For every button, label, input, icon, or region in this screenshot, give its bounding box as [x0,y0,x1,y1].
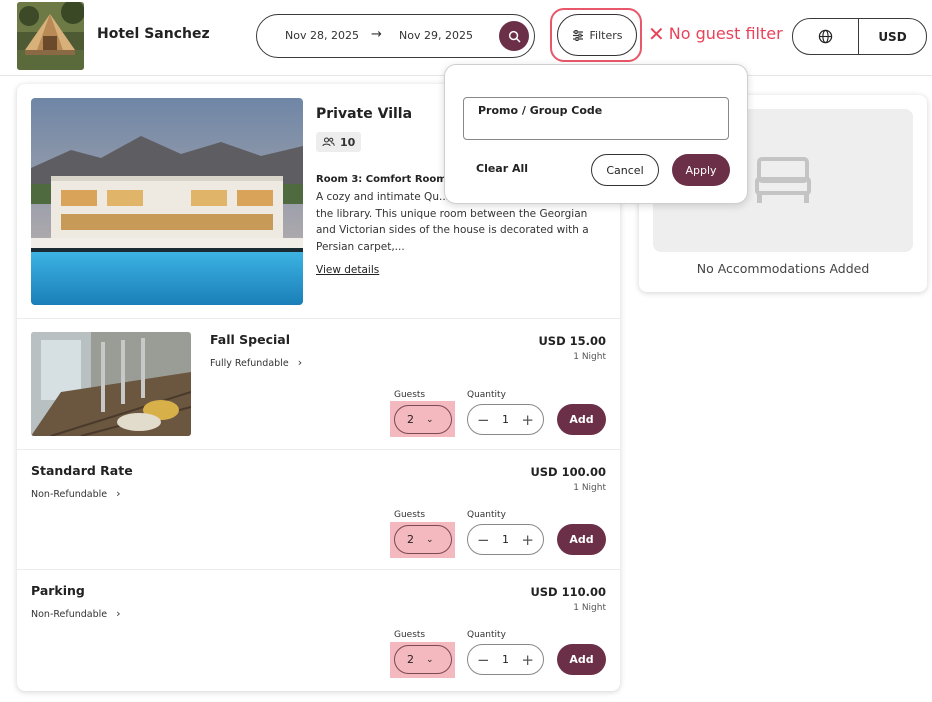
decrement-button[interactable]: − [477,652,490,667]
villa-photo[interactable] [31,98,303,305]
room-subtitle: Room 3: Comfort Room [316,174,447,185]
rate-title: Parking [31,583,85,598]
rate-price: USD 15.00 [538,334,606,348]
quantity-stepper[interactable]: − 1 + [467,404,544,435]
date-range-picker[interactable]: Nov 28, 2025 → Nov 29, 2025 [256,14,535,58]
rate-policy-label: Fully Refundable [210,358,289,369]
clear-all-button[interactable]: Clear All [476,162,528,175]
add-button[interactable]: Add [557,644,606,675]
filters-popover: Promo / Group Code Clear All Cancel Appl… [444,64,748,204]
increment-button[interactable]: + [521,412,534,427]
check-in-date[interactable]: Nov 28, 2025 [285,29,359,42]
cross-mark-icon: ✕ [648,21,665,46]
quantity-label: Quantity [467,630,506,640]
room-title: Private Villa [316,106,413,122]
search-button[interactable] [499,21,529,51]
quantity-stepper[interactable]: − 1 + [467,524,544,555]
cancel-button[interactable]: Cancel [591,154,659,186]
bed-icon [755,157,811,203]
promo-code-field[interactable]: Promo / Group Code [463,97,729,140]
view-details-link[interactable]: View details [316,264,379,276]
rate-policy-link[interactable]: Fully Refundable › [210,356,302,369]
increment-button[interactable]: + [521,652,534,667]
rate-nights: 1 Night [573,483,606,493]
add-button[interactable]: Add [557,404,606,435]
divider [17,318,620,319]
users-icon [322,137,335,147]
hotel-logo [17,2,84,70]
locale-selector: USD [792,18,927,55]
quantity-label: Quantity [467,510,506,520]
capacity-badge: 10 [316,132,362,152]
quantity-value: 1 [502,653,509,666]
filters-label: Filters [589,28,623,42]
rate-price: USD 100.00 [530,465,606,479]
globe-icon [818,29,833,44]
rate-price: USD 110.00 [530,585,606,599]
annotation-note: ✕ No guest filter [648,21,783,46]
increment-button[interactable]: + [521,532,534,547]
quantity-stepper[interactable]: − 1 + [467,644,544,675]
quantity-value: 1 [502,413,509,426]
rate-policy-link[interactable]: Non-Refundable › [31,607,121,620]
guests-label: Guests [394,390,426,400]
hotel-name: Hotel Sanchez [97,26,210,42]
rate-photo [31,332,191,436]
annotation-text: No guest filter [668,24,783,43]
rate-nights: 1 Night [573,603,606,613]
rate-nights: 1 Night [573,352,606,362]
guests-value: 2 [407,533,414,546]
add-button[interactable]: Add [557,524,606,555]
chevron-right-icon: › [116,487,121,500]
promo-code-label: Promo / Group Code [478,104,603,117]
guests-select[interactable]: 2 ⌄ [394,525,452,554]
rate-policy-link[interactable]: Non-Refundable › [31,487,121,500]
rate-title: Standard Rate [31,463,133,478]
arrow-right-icon: → [371,27,382,42]
chevron-down-icon: ⌄ [426,654,434,665]
chevron-down-icon: ⌄ [426,534,434,545]
decrement-button[interactable]: − [477,412,490,427]
sliders-icon [572,29,583,41]
guests-value: 2 [407,413,414,426]
guests-label: Guests [394,630,426,640]
apply-button[interactable]: Apply [672,154,730,186]
quantity-value: 1 [502,533,509,546]
divider [17,569,620,570]
check-out-date[interactable]: Nov 29, 2025 [399,29,473,42]
search-icon [508,30,520,42]
empty-state-label: No Accommodations Added [696,261,870,276]
capacity-count: 10 [340,135,356,149]
guests-value: 2 [407,653,414,666]
currency-button[interactable]: USD [859,19,926,54]
guests-select[interactable]: 2 ⌄ [394,645,452,674]
chevron-right-icon: › [116,607,121,620]
guests-label: Guests [394,510,426,520]
divider [17,449,620,450]
chevron-down-icon: ⌄ [426,414,434,425]
rate-title: Fall Special [210,332,291,347]
guests-select[interactable]: 2 ⌄ [394,405,452,434]
chevron-right-icon: › [297,356,303,369]
quantity-label: Quantity [467,390,506,400]
language-button[interactable] [793,19,859,54]
filters-button[interactable]: Filters [557,14,637,56]
decrement-button[interactable]: − [477,532,490,547]
rate-policy-label: Non-Refundable [31,489,108,500]
rate-policy-label: Non-Refundable [31,609,108,620]
